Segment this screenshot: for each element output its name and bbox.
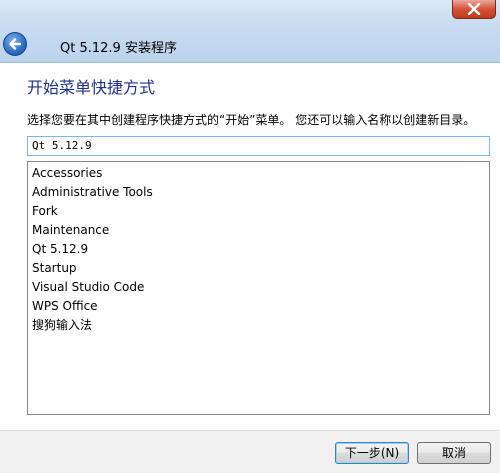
list-item[interactable]: Visual Studio Code (28, 278, 489, 297)
list-item[interactable]: Maintenance (28, 221, 489, 240)
next-button[interactable]: 下一步(N) (335, 442, 409, 464)
title-bar: Qt 5.12.9 安装程序 (0, 0, 500, 63)
list-item[interactable]: 搜狗输入法 (28, 316, 489, 335)
list-item[interactable]: Fork (28, 202, 489, 221)
start-menu-folder-input[interactable]: Qt 5.12.9 (27, 136, 490, 156)
cancel-button[interactable]: 取消 (417, 442, 491, 464)
back-button[interactable] (3, 32, 27, 56)
list-item[interactable]: WPS Office (28, 297, 489, 316)
button-bar: 下一步(N) 取消 (0, 430, 500, 473)
window-title: Qt 5.12.9 安装程序 (60, 41, 177, 56)
close-button[interactable] (452, 0, 496, 19)
list-item[interactable]: Startup (28, 259, 489, 278)
close-icon (467, 3, 481, 15)
list-item[interactable]: Administrative Tools (28, 183, 489, 202)
list-item[interactable]: Accessories (28, 164, 489, 183)
instruction-text: 选择您要在其中创建程序快捷方式的“开始”菜单。 您还可以输入名称以创建新目录。 (27, 113, 476, 127)
back-arrow-icon (9, 38, 22, 50)
list-item[interactable]: Qt 5.12.9 (28, 240, 489, 259)
page-heading: 开始菜单快捷方式 (27, 78, 156, 97)
start-menu-folder-list[interactable]: Accessories Administrative Tools Fork Ma… (27, 161, 490, 415)
